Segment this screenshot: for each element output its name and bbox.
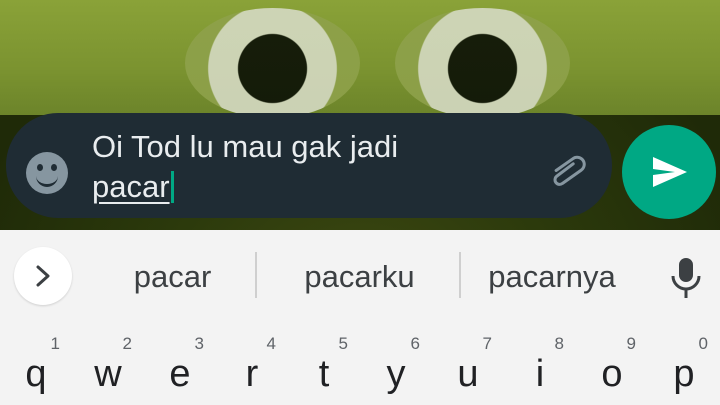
key-label: r [245,353,259,395]
key-e[interactable]: 3 e [144,320,216,405]
key-hint: 0 [698,334,708,353]
smiley-mouth [36,175,58,187]
key-hint: 5 [338,334,348,353]
key-hint: 3 [194,334,204,353]
key-label: q [25,353,47,395]
key-label: p [673,353,695,395]
key-q[interactable]: 1 q [0,320,72,405]
key-i[interactable]: 8 i [504,320,576,405]
background-band [0,0,720,115]
smiley-icon[interactable] [26,152,68,194]
key-label: e [169,353,191,395]
key-label: o [601,353,623,395]
key-label: u [457,353,479,395]
key-label: t [318,353,330,395]
smiley-eye-left [37,164,43,171]
chevron-right-icon [36,265,50,287]
suggestion-divider [255,252,257,298]
suggestion-1[interactable]: pacar [90,252,255,302]
key-hint: 1 [50,334,60,353]
background-right-eye [395,8,570,118]
key-label: y [386,353,406,395]
expand-toolbar-button[interactable] [14,247,72,305]
key-hint: 9 [626,334,636,353]
key-hint: 4 [266,334,276,353]
message-text-line-2: pacar [92,167,532,207]
suggestion-3[interactable]: pacarnya [462,252,642,302]
key-p[interactable]: 0 p [648,320,720,405]
key-y[interactable]: 6 y [360,320,432,405]
key-hint: 6 [410,334,420,353]
send-button[interactable] [622,125,716,219]
key-hint: 2 [122,334,132,353]
key-r[interactable]: 4 r [216,320,288,405]
message-text-line-1: Oi Tod lu mau gak jadi [92,129,399,164]
key-hint: 7 [482,334,492,353]
background-left-eye [185,8,360,118]
text-cursor [170,171,174,203]
on-screen-keyboard: pacar pacarku pacarnya 1 q 2 w 3 e 4 r 5… [0,230,720,405]
composing-word: pacar [92,169,170,204]
paperclip-icon[interactable] [542,150,592,194]
smiley-eye-right [51,164,57,171]
message-input-field[interactable]: Oi Tod lu mau gak jadi pacar [92,127,532,207]
key-label: i [535,353,545,395]
suggestion-strip: pacar pacarku pacarnya [0,230,720,320]
suggestion-divider [459,252,461,298]
key-u[interactable]: 7 u [432,320,504,405]
send-arrow-icon [653,157,687,187]
key-hint: 8 [554,334,564,353]
key-row-top: 1 q 2 w 3 e 4 r 5 t 6 y 7 u 8 i 9 o 0 p [0,320,720,405]
suggestion-2[interactable]: pacarku [262,252,457,302]
key-o[interactable]: 9 o [576,320,648,405]
key-w[interactable]: 2 w [72,320,144,405]
key-t[interactable]: 5 t [288,320,360,405]
microphone-icon[interactable] [664,252,708,302]
key-label: w [94,353,122,395]
